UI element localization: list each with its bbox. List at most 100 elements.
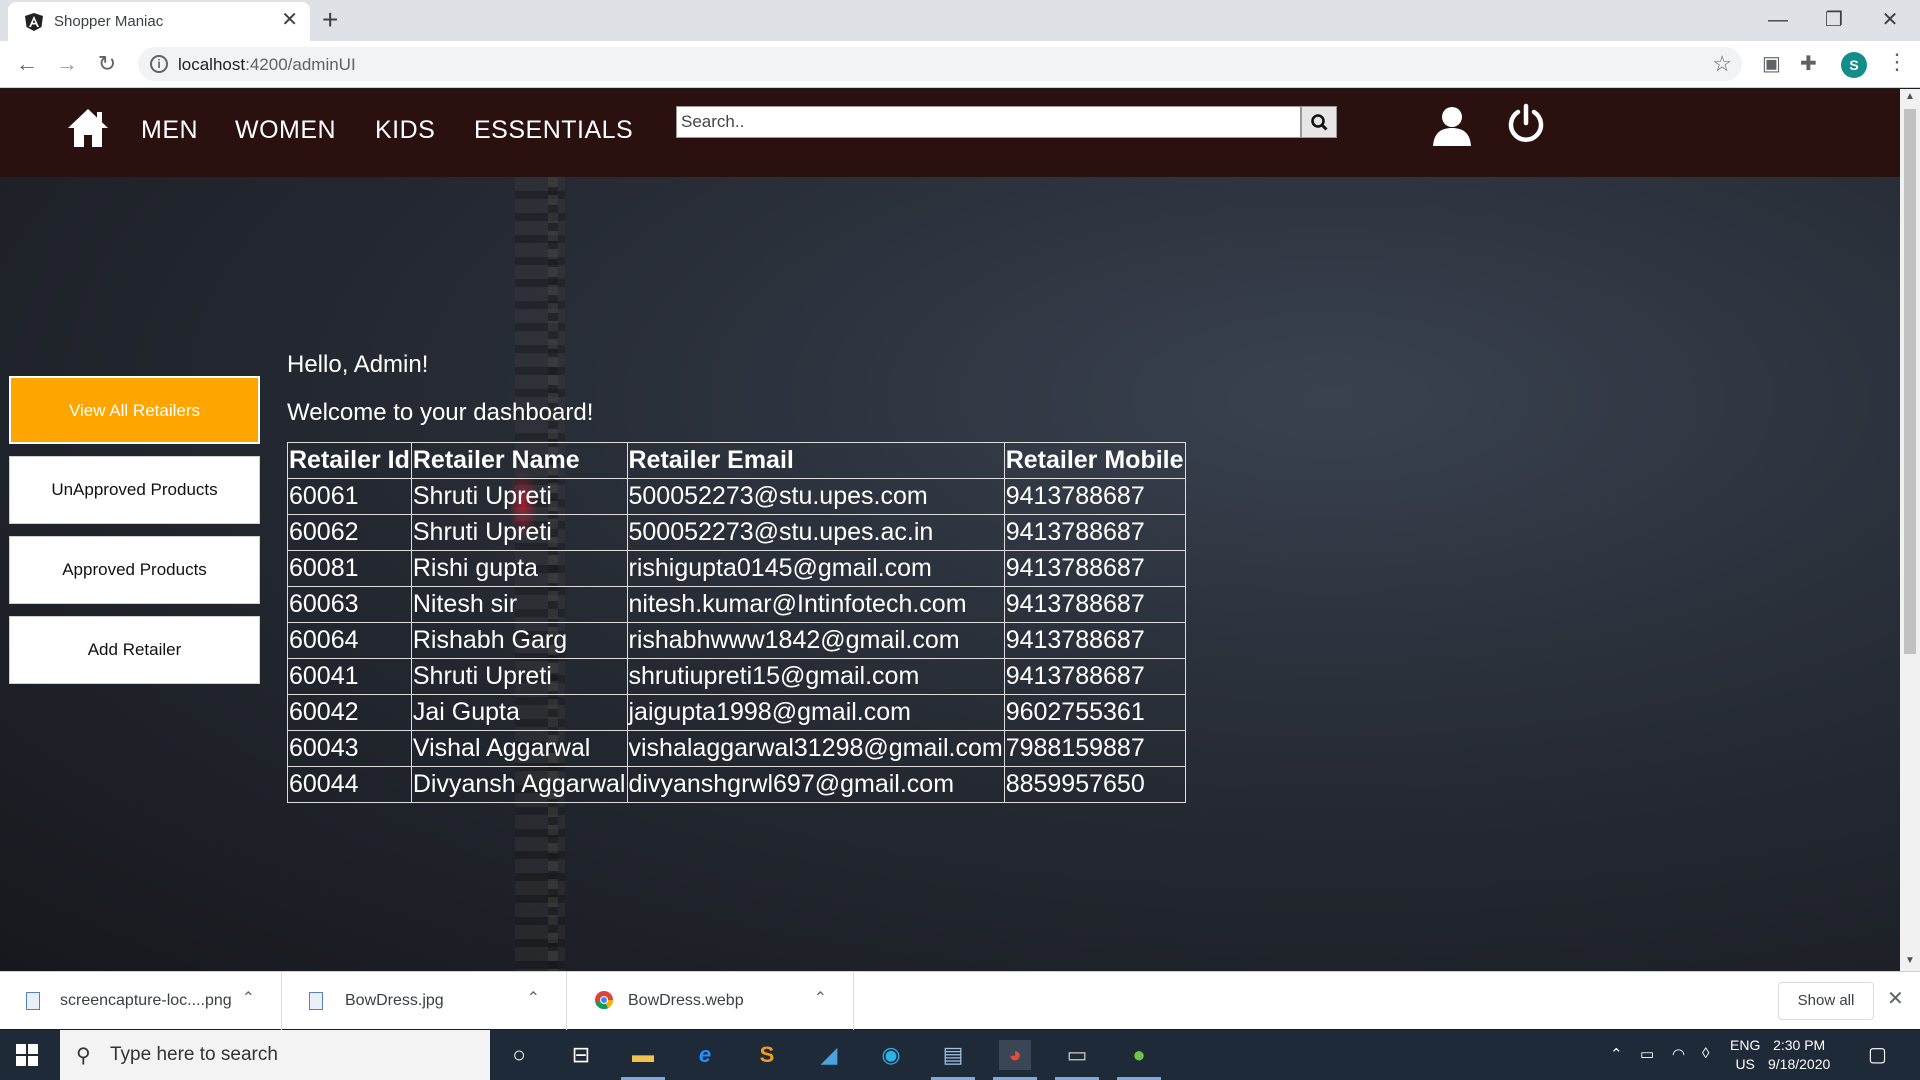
table-row: 60064 Rishabh Garg rishabhwww1842@gmail.…	[287, 622, 1186, 659]
volume-icon[interactable]: ◊	[1702, 1045, 1709, 1062]
spring-tool-icon[interactable]: ●	[1117, 1040, 1161, 1080]
download-filename: screencapture-loc....png	[60, 992, 232, 1009]
notification-icon[interactable]: ▢	[1868, 1042, 1887, 1067]
download-item[interactable]: screencapture-loc....png ⌃	[0, 972, 282, 1030]
download-item[interactable]: BowDress.jpg ⌃	[285, 972, 567, 1030]
windows-taskbar: ⚲ Type here to search ○ ⊟ ▬ e S ◢ ◉ ▤ ◕ …	[0, 1030, 1920, 1080]
cell-mobile: 9413788687	[1003, 514, 1186, 551]
edge-icon[interactable]: ◉	[875, 1040, 907, 1070]
profile-avatar[interactable]: S	[1841, 52, 1867, 78]
language-indicator[interactable]: ENG US	[1730, 1036, 1760, 1074]
nav-kids[interactable]: KIDS	[375, 116, 435, 145]
bookmark-star-icon[interactable]: ☆	[1712, 51, 1732, 77]
chevron-up-icon[interactable]: ⌃	[814, 988, 827, 1008]
approved-products-button[interactable]: Approved Products	[9, 536, 260, 604]
browser-tab[interactable]: Shopper Maniac ✕	[8, 2, 310, 41]
clock-date: 9/18/2020	[1768, 1056, 1831, 1072]
power-icon[interactable]	[1505, 103, 1547, 145]
chevron-up-icon[interactable]: ⌃	[527, 988, 540, 1008]
terminal-icon[interactable]: ▭	[1055, 1040, 1099, 1080]
reload-icon[interactable]: ↻	[92, 49, 122, 79]
new-tab-icon[interactable]: +	[322, 4, 338, 36]
cell-email: rishabhwww1842@gmail.com	[626, 622, 1005, 659]
menu-kebab-icon[interactable]: ⋮	[1886, 49, 1908, 75]
add-retailer-button[interactable]: Add Retailer	[9, 616, 260, 684]
close-window-icon[interactable]: ✕	[1862, 4, 1918, 36]
cell-email: divyanshgrwl697@gmail.com	[626, 766, 1005, 803]
chevron-up-icon[interactable]: ⌃	[242, 988, 255, 1008]
puzzle-icon[interactable]: ✚	[1800, 53, 1817, 75]
minimize-icon[interactable]: —	[1750, 4, 1806, 36]
tray-chevron-icon[interactable]: ⌃	[1610, 1045, 1623, 1063]
table-header-row: Retailer Id Retailer Name Retailer Email…	[287, 442, 1186, 479]
cell-id: 60061	[287, 478, 412, 515]
cortana-icon[interactable]: ○	[503, 1040, 535, 1070]
cell-name: Jai Gupta	[410, 694, 628, 731]
scroll-up-icon[interactable]: ▲	[1905, 91, 1915, 102]
task-view-icon[interactable]: ⊟	[565, 1040, 597, 1070]
home-icon[interactable]	[66, 106, 110, 150]
cell-email: rishigupta0145@gmail.com	[626, 550, 1005, 587]
cell-mobile: 9602755361	[1003, 694, 1186, 731]
clock[interactable]: 2:30 PM 9/18/2020	[1768, 1036, 1830, 1074]
view-all-retailers-button[interactable]: View All Retailers	[9, 376, 260, 444]
app-installer-icon[interactable]: ◢	[813, 1040, 845, 1070]
unapproved-products-button[interactable]: UnApproved Products	[9, 456, 260, 524]
browser-tab-strip: Shopper Maniac ✕ + — ❐ ✕	[0, 0, 1920, 41]
cell-mobile: 9413788687	[1003, 622, 1186, 659]
scroll-down-icon[interactable]: ▼	[1905, 955, 1915, 966]
table-row: 60042 Jai Gupta jaigupta1998@gmail.com 9…	[287, 694, 1186, 731]
sublime-text-icon[interactable]: S	[751, 1040, 783, 1070]
page-scrollbar[interactable]: ▲ ▼	[1900, 89, 1920, 971]
tab-close-icon[interactable]: ✕	[281, 10, 298, 30]
download-item[interactable]: BowDress.webp ⌃	[570, 972, 854, 1030]
cell-name: Vishal Aggarwal	[410, 730, 628, 767]
cell-email: jaigupta1998@gmail.com	[626, 694, 1005, 731]
cell-id: 60081	[287, 550, 412, 587]
cell-name: Shruti Upreti	[410, 658, 628, 695]
table-row: 60063 Nitesh sir nitesh.kumar@Intinfotec…	[287, 586, 1186, 623]
download-filename: BowDress.jpg	[345, 992, 444, 1009]
welcome-text: Welcome to your dashboard!	[287, 399, 594, 426]
restore-icon[interactable]: ❐	[1806, 4, 1862, 36]
table-row: 60044 Divyansh Aggarwal divyanshgrwl697@…	[287, 766, 1186, 803]
back-icon[interactable]: ←	[12, 49, 42, 79]
file-explorer-icon[interactable]: ▬	[621, 1040, 665, 1080]
cell-name: Divyansh Aggarwal	[410, 766, 628, 803]
notepad-icon[interactable]: ▤	[931, 1040, 975, 1080]
url-text[interactable]: localhost:4200/adminUI	[178, 55, 356, 75]
clock-time: 2:30 PM	[1773, 1037, 1826, 1053]
search-button[interactable]	[1301, 106, 1337, 138]
download-filename: BowDress.webp	[628, 992, 744, 1009]
table-row: 60081 Rishi gupta rishigupta0145@gmail.c…	[287, 550, 1186, 587]
nav-women[interactable]: WOMEN	[235, 116, 336, 145]
windows-start-icon[interactable]	[16, 1044, 38, 1066]
search-input[interactable]	[676, 106, 1301, 138]
cell-mobile: 8859957650	[1003, 766, 1186, 803]
cell-email: vishalaggarwal31298@gmail.com	[626, 730, 1005, 767]
file-icon	[309, 992, 323, 1010]
nav-men[interactable]: MEN	[141, 116, 198, 145]
scrollbar-thumb[interactable]	[1904, 109, 1916, 654]
cell-email: nitesh.kumar@Intinfotech.com	[626, 586, 1005, 623]
extension-icon[interactable]: ▣	[1762, 53, 1781, 75]
user-icon[interactable]	[1430, 104, 1474, 148]
cell-name: Rishi gupta	[410, 550, 628, 587]
nav-essentials[interactable]: ESSENTIALS	[474, 116, 633, 145]
wifi-icon[interactable]: ◠	[1672, 1045, 1685, 1063]
file-icon	[26, 992, 40, 1010]
browser-toolbar: ← → ↻ i localhost:4200/adminUI ☆ ▣ ✚ S ⋮	[0, 41, 1920, 88]
close-downloads-icon[interactable]: ✕	[1887, 986, 1904, 1011]
chrome-taskbar-icon[interactable]: ◕	[993, 1040, 1037, 1080]
cell-id: 60064	[287, 622, 412, 659]
address-bar[interactable]: i localhost:4200/adminUI ☆	[138, 47, 1742, 81]
forward-icon[interactable]: →	[52, 49, 82, 79]
retailers-table: Retailer Id Retailer Name Retailer Email…	[287, 442, 1186, 803]
battery-icon[interactable]: ▭	[1640, 1045, 1654, 1063]
header-retailer-id: Retailer Id	[287, 442, 412, 479]
cell-name: Shruti Upreti	[410, 514, 628, 551]
taskbar-search[interactable]: ⚲ Type here to search	[60, 1030, 490, 1080]
info-icon[interactable]: i	[150, 55, 168, 73]
show-all-button[interactable]: Show all	[1778, 982, 1874, 1020]
internet-explorer-icon[interactable]: e	[689, 1040, 721, 1070]
